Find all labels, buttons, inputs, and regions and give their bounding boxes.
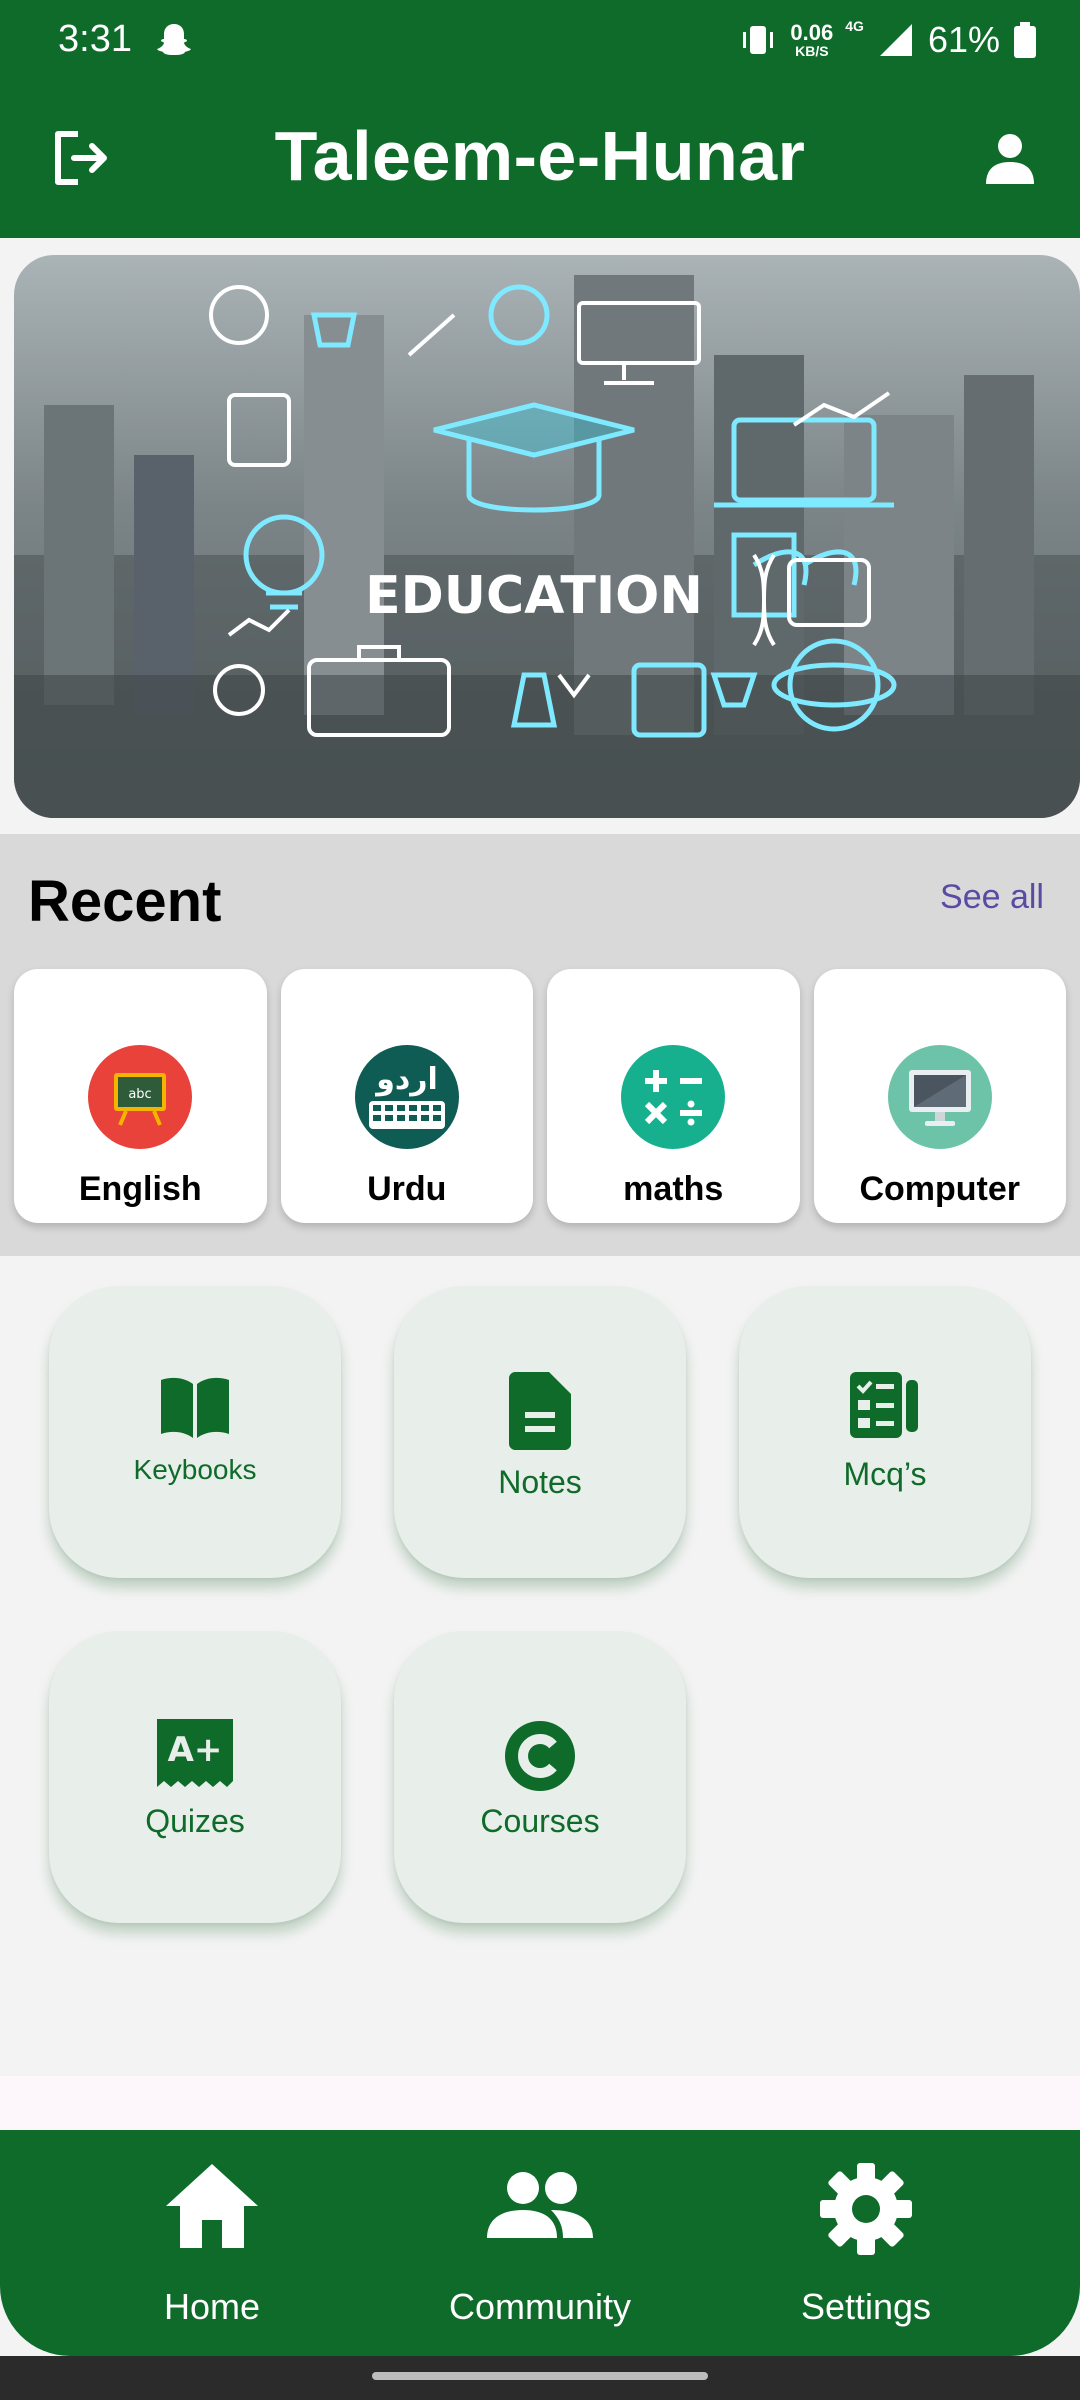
status-time: 3:31 bbox=[58, 18, 132, 60]
tile-label: Quizes bbox=[145, 1803, 245, 1839]
home-icon bbox=[166, 2164, 258, 2248]
c-logo-icon bbox=[505, 1721, 575, 1791]
gear-icon bbox=[820, 2163, 912, 2255]
tile-label: Keybooks bbox=[133, 1454, 257, 1485]
tile-keybooks[interactable]: Keybooks bbox=[49, 1286, 341, 1578]
svg-text:abc: abc bbox=[129, 1087, 152, 1102]
recent-section: Recent See all abc English اردو Urdu mat… bbox=[0, 834, 1080, 1256]
recent-cards: abc English اردو Urdu maths Computer bbox=[14, 969, 1066, 1223]
tile-label: Courses bbox=[480, 1803, 600, 1839]
open-book-icon bbox=[161, 1377, 229, 1438]
battery-percent: 61% bbox=[927, 19, 1000, 60]
see-all-link[interactable]: See all bbox=[940, 878, 1044, 917]
feature-grid: Keybooks Notes Mcq’s A+ Quizes Courses bbox=[0, 1256, 1080, 2076]
bottom-navigation: Home Community Settings bbox=[0, 2130, 1080, 2356]
snapchat-ghost-icon bbox=[157, 24, 191, 55]
note-document-icon bbox=[509, 1372, 571, 1450]
status-indicators: 0.06 KB/S 4G 61% bbox=[738, 14, 1038, 66]
tile-mcqs[interactable]: Mcq’s bbox=[739, 1286, 1031, 1578]
quiz-badge-text: A+ bbox=[168, 1730, 223, 1770]
recent-card-label: English bbox=[78, 1170, 202, 1208]
checklist-icon bbox=[850, 1372, 918, 1438]
app-bar: Taleem-e-Hunar bbox=[0, 80, 1080, 238]
chalkboard-icon: abc bbox=[88, 1045, 193, 1149]
monitor-icon bbox=[887, 1045, 992, 1149]
app-title: Taleem-e-Hunar bbox=[274, 117, 806, 195]
education-banner-illustration: EDUCATION bbox=[14, 275, 1080, 818]
nav-label: Community bbox=[448, 2286, 632, 2327]
recent-card-label: maths bbox=[623, 1170, 724, 1208]
nav-community[interactable]: Community bbox=[380, 2130, 700, 2356]
network-speed-value: 0.06 bbox=[790, 20, 834, 45]
status-bar: 3:31 0.06 KB/S 4G 61% bbox=[0, 0, 1080, 80]
nav-label: Home bbox=[163, 2286, 261, 2327]
banner-text: EDUCATION bbox=[365, 566, 703, 626]
battery-icon bbox=[1014, 22, 1036, 58]
recent-card-english[interactable]: abc English bbox=[14, 969, 267, 1223]
person-icon[interactable] bbox=[982, 130, 1038, 186]
gesture-handle[interactable] bbox=[372, 2372, 708, 2380]
recent-card-label: Computer bbox=[859, 1170, 1021, 1208]
math-operators-icon bbox=[621, 1045, 726, 1149]
recent-card-urdu[interactable]: اردو Urdu bbox=[280, 969, 533, 1223]
recent-card-label: Urdu bbox=[367, 1170, 447, 1208]
recent-card-computer[interactable]: Computer bbox=[813, 969, 1066, 1223]
tile-label: Notes bbox=[498, 1464, 582, 1500]
network-speed: 0.06 KB/S bbox=[790, 20, 834, 59]
nav-home[interactable]: Home bbox=[52, 2130, 372, 2356]
recent-title: Recent bbox=[28, 869, 222, 934]
urdu-badge-text: اردو bbox=[374, 1062, 438, 1097]
vibrate-icon bbox=[743, 26, 774, 54]
people-icon bbox=[487, 2172, 593, 2238]
tile-quizes[interactable]: A+ Quizes bbox=[49, 1631, 341, 1923]
network-type: 4G bbox=[845, 18, 864, 34]
signal-icon bbox=[879, 24, 912, 56]
network-speed-unit: KB/S bbox=[795, 43, 829, 59]
education-banner[interactable]: EDUCATION bbox=[14, 255, 1080, 818]
recent-card-maths[interactable]: maths bbox=[547, 969, 800, 1223]
a-plus-icon: A+ bbox=[157, 1719, 233, 1787]
urdu-keyboard-icon: اردو bbox=[354, 1045, 459, 1149]
bottom-spacer bbox=[0, 2076, 1080, 2136]
system-gesture-area bbox=[0, 2356, 1080, 2400]
nav-settings[interactable]: Settings bbox=[706, 2130, 1026, 2356]
tile-notes[interactable]: Notes bbox=[394, 1286, 686, 1578]
nav-label: Settings bbox=[800, 2286, 932, 2327]
tile-courses[interactable]: Courses bbox=[394, 1631, 686, 1923]
tile-label: Mcq’s bbox=[843, 1456, 927, 1492]
